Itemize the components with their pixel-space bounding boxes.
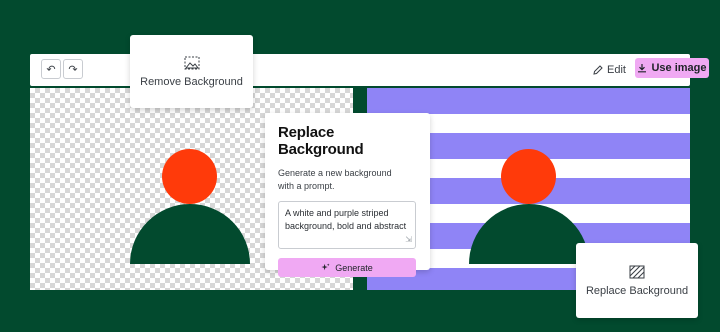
remove-background-label: Remove Background	[140, 75, 243, 88]
editor-toolbar: ↶ ↷ Edit Use image	[30, 54, 709, 86]
resize-handle-icon[interactable]: ⇲	[405, 233, 412, 246]
redo-icon: ↷	[68, 63, 78, 76]
figure-body	[130, 204, 250, 264]
figure-body	[469, 204, 589, 264]
panel-description: Generate a new background with a prompt.	[278, 168, 392, 191]
pencil-icon	[593, 65, 603, 75]
remove-background-card[interactable]: Remove Background	[130, 35, 253, 108]
replace-background-icon	[629, 265, 645, 278]
remove-background-icon	[184, 56, 199, 69]
replace-background-card[interactable]: Replace Background	[576, 243, 698, 318]
panel-title: Replace Background	[278, 124, 364, 158]
redo-button[interactable]: ↷	[63, 59, 83, 79]
download-icon	[638, 64, 647, 73]
replace-background-panel: Replace Background Generate a new backgr…	[265, 113, 430, 277]
replace-background-label: Replace Background	[585, 284, 689, 297]
undo-button[interactable]: ↶	[41, 59, 61, 79]
use-image-button[interactable]: Use image	[635, 58, 709, 78]
sparkle-icon	[321, 263, 330, 271]
generate-label: Generate	[335, 262, 373, 273]
undo-icon: ↶	[46, 63, 56, 76]
figure-head	[162, 149, 217, 204]
figure-head	[501, 149, 556, 204]
use-image-label: Use image	[651, 62, 707, 74]
edit-label: Edit	[607, 64, 626, 76]
generate-button[interactable]: Generate	[278, 258, 416, 277]
prompt-text: A white and purple striped background, b…	[285, 208, 407, 231]
prompt-input[interactable]: A white and purple striped background, b…	[278, 201, 416, 249]
edit-button[interactable]: Edit	[593, 61, 626, 79]
